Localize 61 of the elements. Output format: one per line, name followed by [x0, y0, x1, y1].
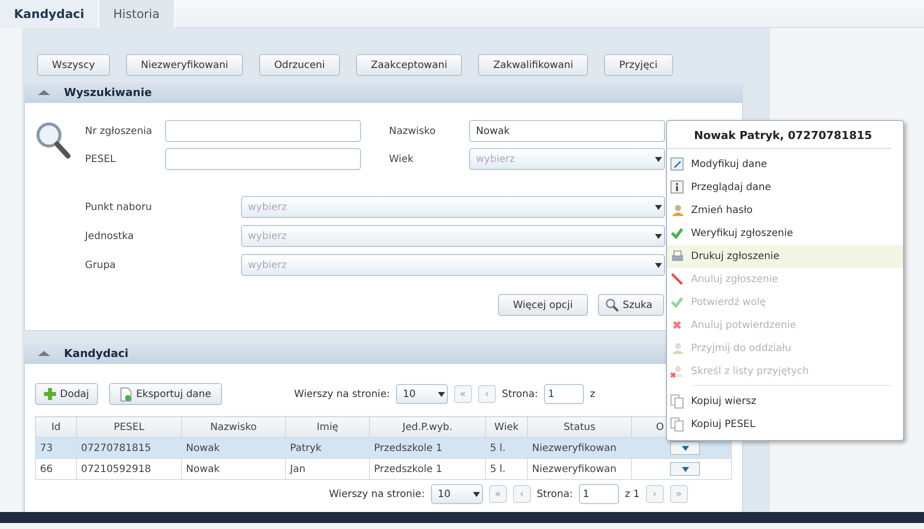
- menu-item[interactable]: Kopiuj PESEL: [667, 413, 865, 436]
- page-count: z 1: [624, 488, 640, 500]
- page-count: z: [590, 388, 596, 400]
- filter-button[interactable]: Przyjęci: [604, 54, 672, 76]
- menu-item[interactable]: Weryfikuj zgłoszenie: [667, 222, 903, 245]
- field-label: Nazwisko: [389, 126, 437, 136]
- menu-item[interactable]: Modyfikuj dane: [667, 153, 903, 176]
- column-header[interactable]: Id: [51, 422, 61, 432]
- rows-per-page-label: Wierszy na stronie:: [329, 488, 425, 500]
- table-cell: Przedszkole 1: [370, 438, 486, 458]
- field-label: Grupa: [85, 260, 117, 270]
- page-label: Strona:: [536, 488, 573, 500]
- table-cell: Niezweryfikowan: [528, 438, 632, 458]
- page-label: Strona:: [502, 388, 538, 400]
- table-cell: 5 l.: [486, 438, 528, 458]
- field-label: Wiek: [389, 154, 414, 164]
- column-header[interactable]: Imię: [316, 422, 338, 432]
- menu-item[interactable]: Zmień hasło: [667, 199, 903, 222]
- field-label: Punkt naboru: [85, 202, 153, 212]
- column-header[interactable]: PESEL: [114, 422, 144, 432]
- search-button[interactable]: Szuka: [598, 294, 664, 316]
- table-cell: 66: [36, 458, 76, 480]
- field-label: PESEL: [85, 154, 117, 164]
- table-cell: Przedszkole 1: [370, 458, 486, 480]
- table-cell: 07270781815: [76, 438, 182, 458]
- tab[interactable]: Kandydaci: [0, 0, 100, 28]
- filter-button[interactable]: Wszyscy: [37, 54, 110, 76]
- column-header[interactable]: Status: [564, 422, 596, 432]
- menu-item[interactable]: Przeglądaj dane: [667, 176, 903, 199]
- page-field[interactable]: 1: [578, 484, 619, 504]
- menu-item[interactable]: Kopiuj wiersz: [667, 390, 865, 413]
- table-cell: 73: [36, 438, 76, 458]
- table-cell: Nowak: [182, 438, 286, 458]
- rows-per-page-select[interactable]: 10: [396, 384, 448, 404]
- field-label: Nr zgłoszenia: [85, 126, 154, 136]
- rows-per-page-select[interactable]: 10: [430, 484, 483, 504]
- more-options-button[interactable]: Więcej opcji: [498, 294, 588, 316]
- table-cell: 5 l.: [486, 458, 528, 480]
- table-cell: Jan: [286, 458, 370, 480]
- filter-button[interactable]: Niezweryfikowani: [126, 54, 244, 76]
- column-header[interactable]: O: [656, 422, 664, 432]
- export-button[interactable]: Eksportuj dane: [109, 383, 222, 405]
- table-cell: Patryk: [286, 438, 370, 458]
- filter-button[interactable]: Zaakceptowani: [356, 54, 462, 76]
- text-field[interactable]: Nowak: [469, 120, 665, 142]
- section-title: Kandydaci: [64, 347, 128, 360]
- filter-button[interactable]: Odrzuceni: [259, 54, 340, 76]
- field-label: Jednostka: [85, 230, 135, 242]
- section-title: Wyszukiwanie: [64, 86, 152, 99]
- table-cell: Niezweryfikowan: [528, 458, 632, 480]
- section-header[interactable]: Wyszukiwanie: [24, 82, 743, 103]
- filter-button[interactable]: Zakwalifikowani: [478, 54, 588, 76]
- table-cell: 07210592918: [76, 458, 182, 480]
- table-cell: Nowak: [182, 458, 286, 480]
- page-field[interactable]: 1: [544, 384, 584, 404]
- menu-item[interactable]: Drukuj zgłoszenie: [667, 245, 903, 268]
- section-header[interactable]: Kandydaci: [24, 343, 666, 364]
- rows-per-page-label: Wierszy na stronie:: [294, 388, 390, 400]
- add-button[interactable]: Dodaj: [35, 383, 98, 405]
- menu-title: Nowak Patryk, 07270781815: [667, 121, 891, 149]
- tab[interactable]: Historia: [99, 0, 175, 28]
